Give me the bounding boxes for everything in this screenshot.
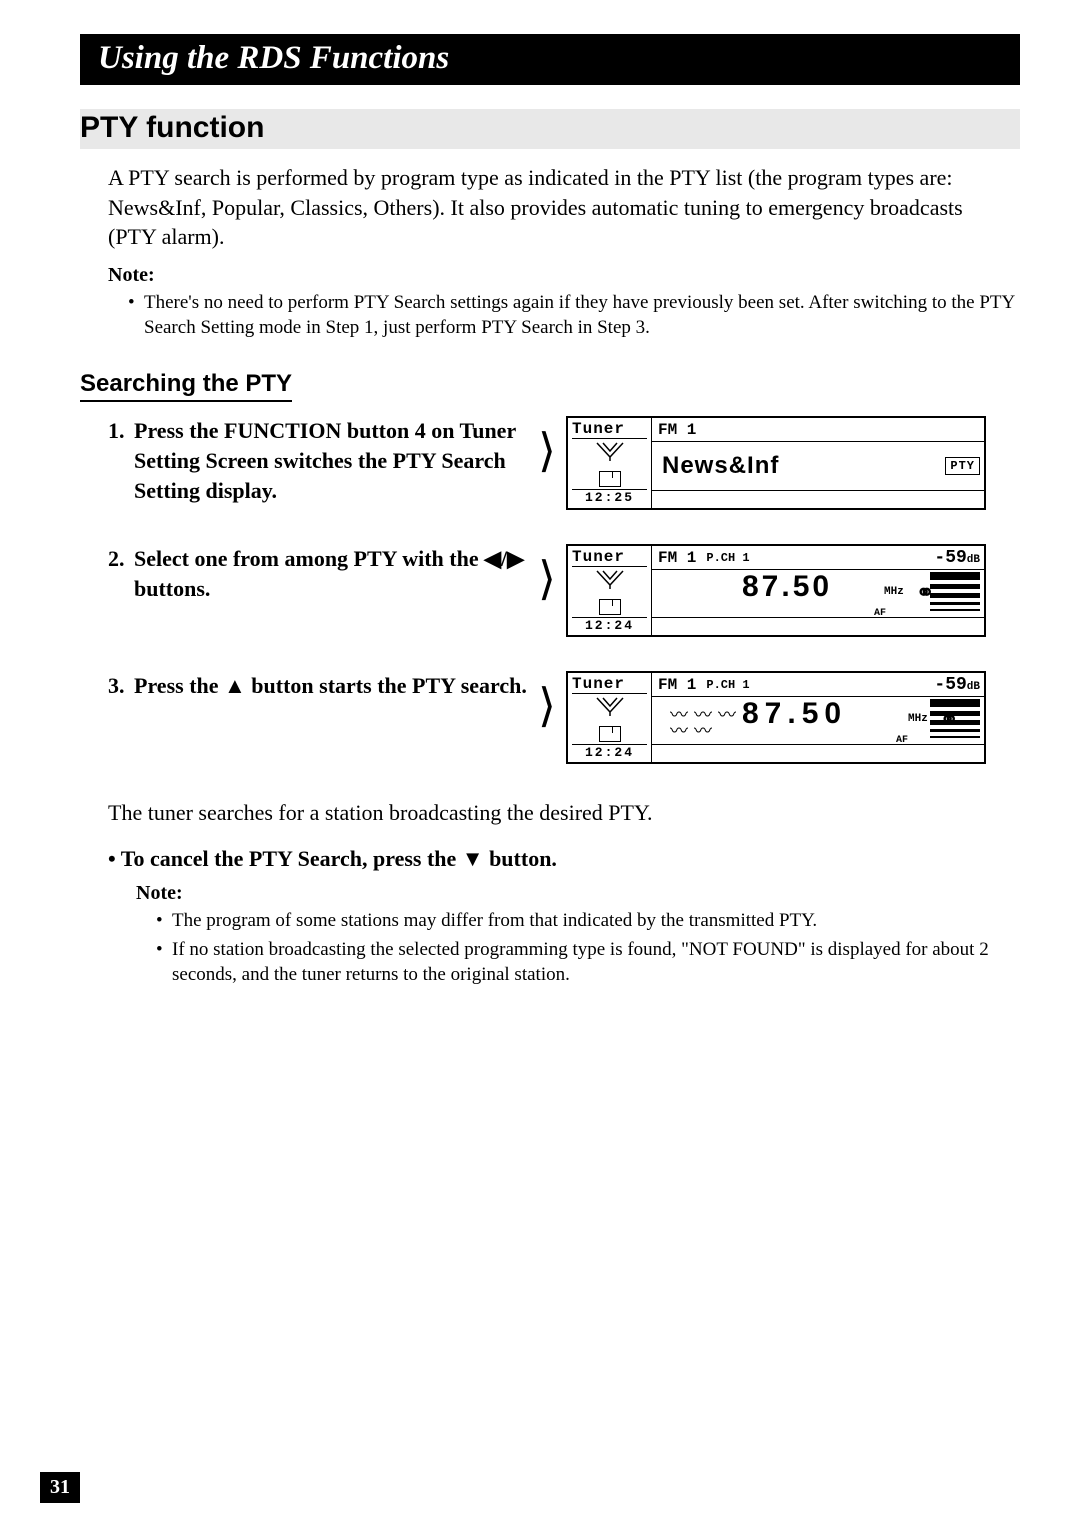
step-1-text: 1. Press the FUNCTION button 4 on Tuner … bbox=[108, 416, 528, 505]
lcd-db-value: -59dB bbox=[934, 548, 980, 568]
antenna-icon bbox=[572, 439, 647, 469]
after-steps-text: The tuner searches for a station broadca… bbox=[108, 798, 1016, 828]
lcd-pch-label: P.CH 1 bbox=[706, 678, 749, 692]
intro-paragraph: A PTY search is performed by program typ… bbox=[108, 163, 1016, 252]
step-2-text: 2. Select one from among PTY with the ◀/… bbox=[108, 544, 528, 603]
lcd-freq-unit: MHz bbox=[884, 586, 904, 598]
note-top-item: There's no need to perform PTY Search se… bbox=[128, 291, 1016, 340]
lcd-screen-2: Tuner 12:24 FM 1 P.CH 1 -59dB 87.50 MHz … bbox=[566, 544, 986, 637]
page-number: 31 bbox=[40, 1472, 80, 1503]
lcd-fm-label: FM 1 bbox=[652, 421, 696, 439]
cancel-instruction: • To cancel the PTY Search, press the ▼ … bbox=[108, 846, 1020, 872]
lcd-frequency-searching: 87.50 bbox=[742, 697, 847, 731]
map-icon bbox=[599, 726, 621, 742]
chapter-title: Using the RDS Functions bbox=[80, 34, 1020, 85]
note-list-top: There's no need to perform PTY Search se… bbox=[128, 291, 1016, 340]
signal-bars-icon bbox=[930, 699, 980, 742]
step-3-text: 3. Press the ▲ button starts the PTY sea… bbox=[108, 671, 528, 701]
lcd-screen-3: Tuner 12:24 FM 1 P.CH 1 -59dB 〰〰〰 〰〰 87.… bbox=[566, 671, 986, 764]
lcd-tuner-label: Tuner bbox=[572, 675, 647, 694]
note-list-bottom: The program of some stations may differ … bbox=[156, 909, 1016, 987]
note-label-top: Note: bbox=[108, 264, 1020, 287]
map-icon bbox=[599, 599, 621, 615]
note-label-bottom: Note: bbox=[136, 882, 1020, 905]
lcd-pch-label: P.CH 1 bbox=[706, 551, 749, 565]
step-3-body: Press the ▲ button starts the PTY search… bbox=[134, 671, 528, 701]
step-2-body: Select one from among PTY with the ◀/▶ b… bbox=[134, 544, 528, 603]
step-2-row: 2. Select one from among PTY with the ◀/… bbox=[80, 544, 1020, 637]
hand-pointer-icon: ⟩ bbox=[528, 671, 566, 729]
step-3-num: 3. bbox=[108, 671, 134, 701]
lcd-tuner-label: Tuner bbox=[572, 548, 647, 567]
lcd-time-2: 12:24 bbox=[572, 617, 647, 633]
step-1-row: 1. Press the FUNCTION button 4 on Tuner … bbox=[80, 416, 1020, 510]
lcd-pty-pill: PTY bbox=[945, 457, 980, 475]
lcd-time-3: 12:24 bbox=[572, 744, 647, 760]
section-heading: PTY function bbox=[80, 109, 1020, 149]
lcd-frequency: 87.50 bbox=[742, 570, 832, 604]
step-3-row: 3. Press the ▲ button starts the PTY sea… bbox=[80, 671, 1020, 764]
note-bottom-item-1: The program of some stations may differ … bbox=[156, 909, 1016, 934]
lcd-fm-label: FM 1 bbox=[652, 549, 696, 567]
map-icon bbox=[599, 471, 621, 487]
step-1-num: 1. bbox=[108, 416, 134, 505]
step-2-num: 2. bbox=[108, 544, 134, 603]
lcd-tuner-label: Tuner bbox=[572, 420, 647, 439]
lcd-time-1: 12:25 bbox=[572, 489, 647, 505]
lcd-db-value: -59dB bbox=[934, 675, 980, 695]
lcd-screen-1: Tuner 12:25 FM 1 News&Inf PTY bbox=[566, 416, 986, 510]
lcd-fm-label: FM 1 bbox=[652, 676, 696, 694]
antenna-icon bbox=[572, 694, 647, 724]
lcd-freq-unit: MHz bbox=[908, 713, 928, 725]
antenna-icon bbox=[572, 567, 647, 597]
step-1-body: Press the FUNCTION button 4 on Tuner Set… bbox=[134, 416, 528, 505]
subheading: Searching the PTY bbox=[80, 370, 292, 402]
lcd-pty-text: News&Inf bbox=[652, 452, 779, 480]
scribble-icon: 〰〰 bbox=[670, 717, 718, 743]
hand-pointer-icon: ⟩ bbox=[528, 416, 566, 474]
note-bottom-item-2: If no station broadcasting the selected … bbox=[156, 938, 1016, 987]
hand-pointer-icon: ⟩ bbox=[528, 544, 566, 602]
signal-bars-icon bbox=[930, 572, 980, 615]
